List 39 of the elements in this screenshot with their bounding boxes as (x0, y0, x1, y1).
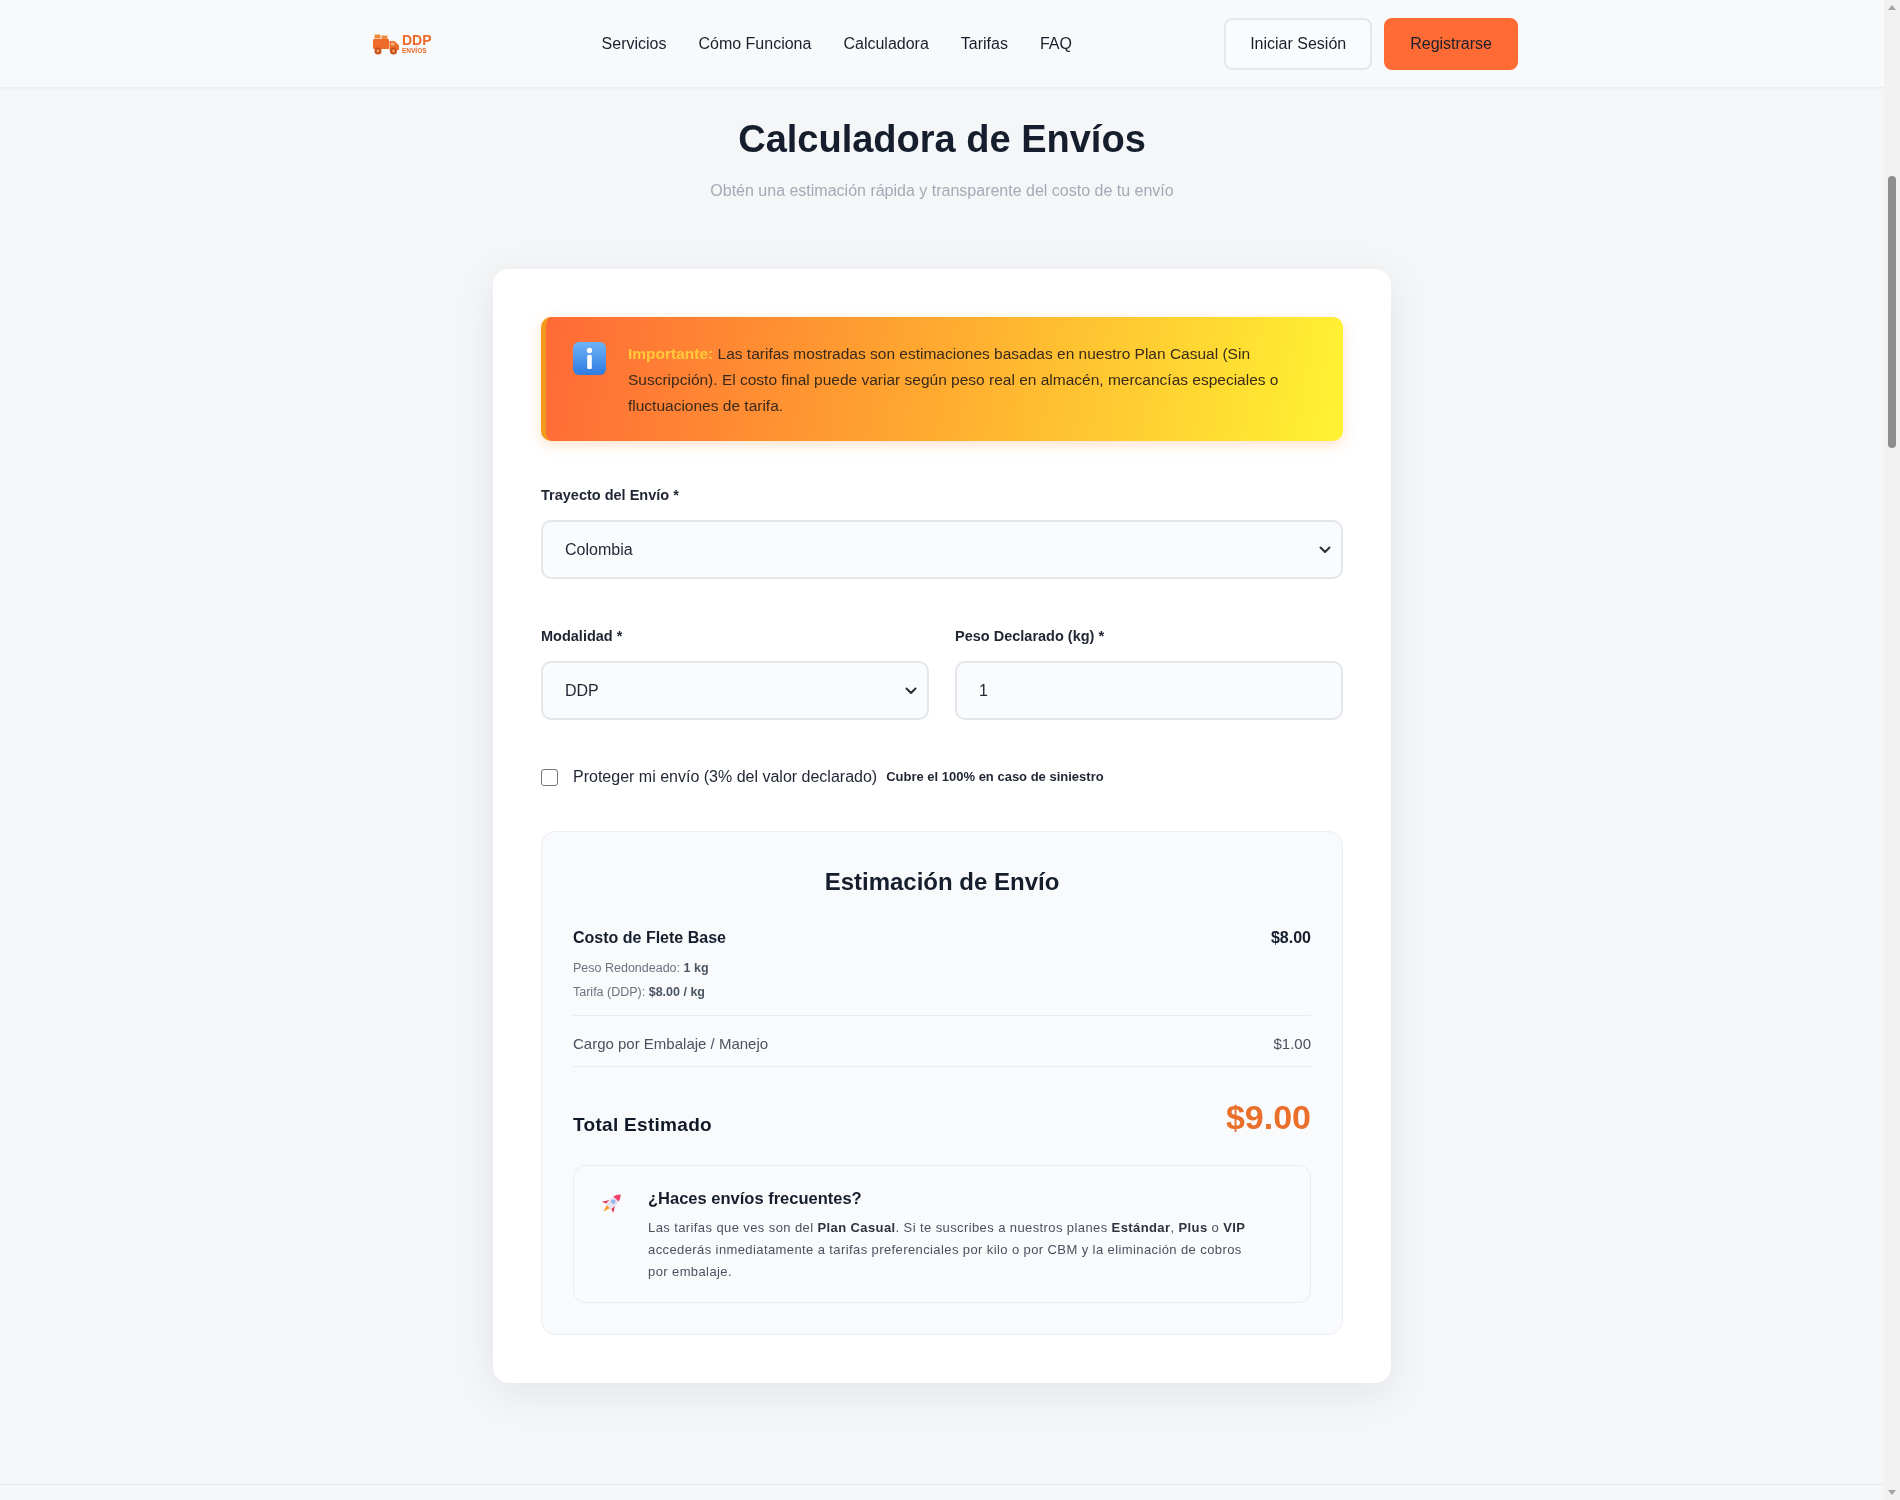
select-field[interactable]: Colombia (541, 520, 1343, 579)
line-item-amount: $8.00 (1270, 928, 1311, 948)
detail-text: Peso Redondeado: 1 kg (573, 960, 710, 977)
nav-link[interactable]: Servicios (601, 34, 667, 53)
promo-text: Las tarifas que ves son del Plan Casual. Si te suscribes a nuestros planes Estándar, Plus o VIP accederás inmediatamente a tarifas preferenciales por kilo o por CBM y la eliminación de cobros por embalaje. (648, 1219, 1247, 1281)
primary-button[interactable]: Registrarse (1384, 17, 1518, 70)
line-item-amount: $1.00 (1273, 1034, 1311, 1054)
nav-link[interactable]: Calculadora (843, 34, 929, 53)
number-field[interactable]: 1 (955, 661, 1343, 720)
chevron-down-icon (1319, 545, 1331, 554)
checkbox-label: Proteger mi envío (3% del valor declarado) (573, 767, 878, 787)
caret-down-icon[interactable] (1888, 1490, 1896, 1495)
logo-wordmark: DDP (402, 32, 432, 47)
total-amount: $9.00 (1225, 1097, 1311, 1137)
page-title: Calculadora de Envíos (738, 117, 1146, 162)
field-label: Trayecto del Envío * (541, 486, 680, 505)
notice-text: Importante: Las tarifas mostradas son estimaciones basadas en nuestro Plan Casual (Sin Suscripción). El costo final puede variar según peso real en almacén, mercancías especiales o fluctuaciones de tarifa. (628, 344, 1280, 416)
truck-icon (372, 32, 400, 55)
promo-title: ¿Haces envíos frecuentes? (648, 1188, 863, 1209)
nav-link[interactable]: Tarifas (960, 34, 1008, 53)
line-item-label: Cargo por Embalaje / Manejo (573, 1034, 769, 1054)
page-subtitle: Obtén una estimación rápida y transparente del costo de tu envío (710, 181, 1174, 201)
field-label: Modalidad * (541, 627, 624, 646)
select-field[interactable]: DDP (541, 661, 929, 720)
info-icon (573, 342, 606, 375)
total-label: Total Estimado (573, 1113, 712, 1137)
line-item-label: Costo de Flete Base (573, 928, 726, 948)
estimate-title: Estimación de Envío (823, 867, 1061, 897)
detail-text: Tarifa (DDP): $8.00 / kg (573, 984, 706, 1001)
nav-link[interactable]: FAQ (1039, 34, 1072, 53)
note-text: Cubre el 100% en caso de siniestro (886, 768, 1104, 786)
outline-button[interactable]: Iniciar Sesión (1224, 17, 1373, 70)
field-label: Peso Declarado (kg) * (955, 627, 1106, 646)
chevron-down-icon (905, 686, 917, 695)
checkbox[interactable] (541, 768, 558, 786)
caret-up-icon[interactable] (1888, 5, 1896, 10)
scrollbar-thumb[interactable] (1888, 176, 1896, 448)
scrollbar[interactable] (1884, 0, 1900, 1500)
nav-link[interactable]: Cómo Funciona (698, 34, 812, 53)
